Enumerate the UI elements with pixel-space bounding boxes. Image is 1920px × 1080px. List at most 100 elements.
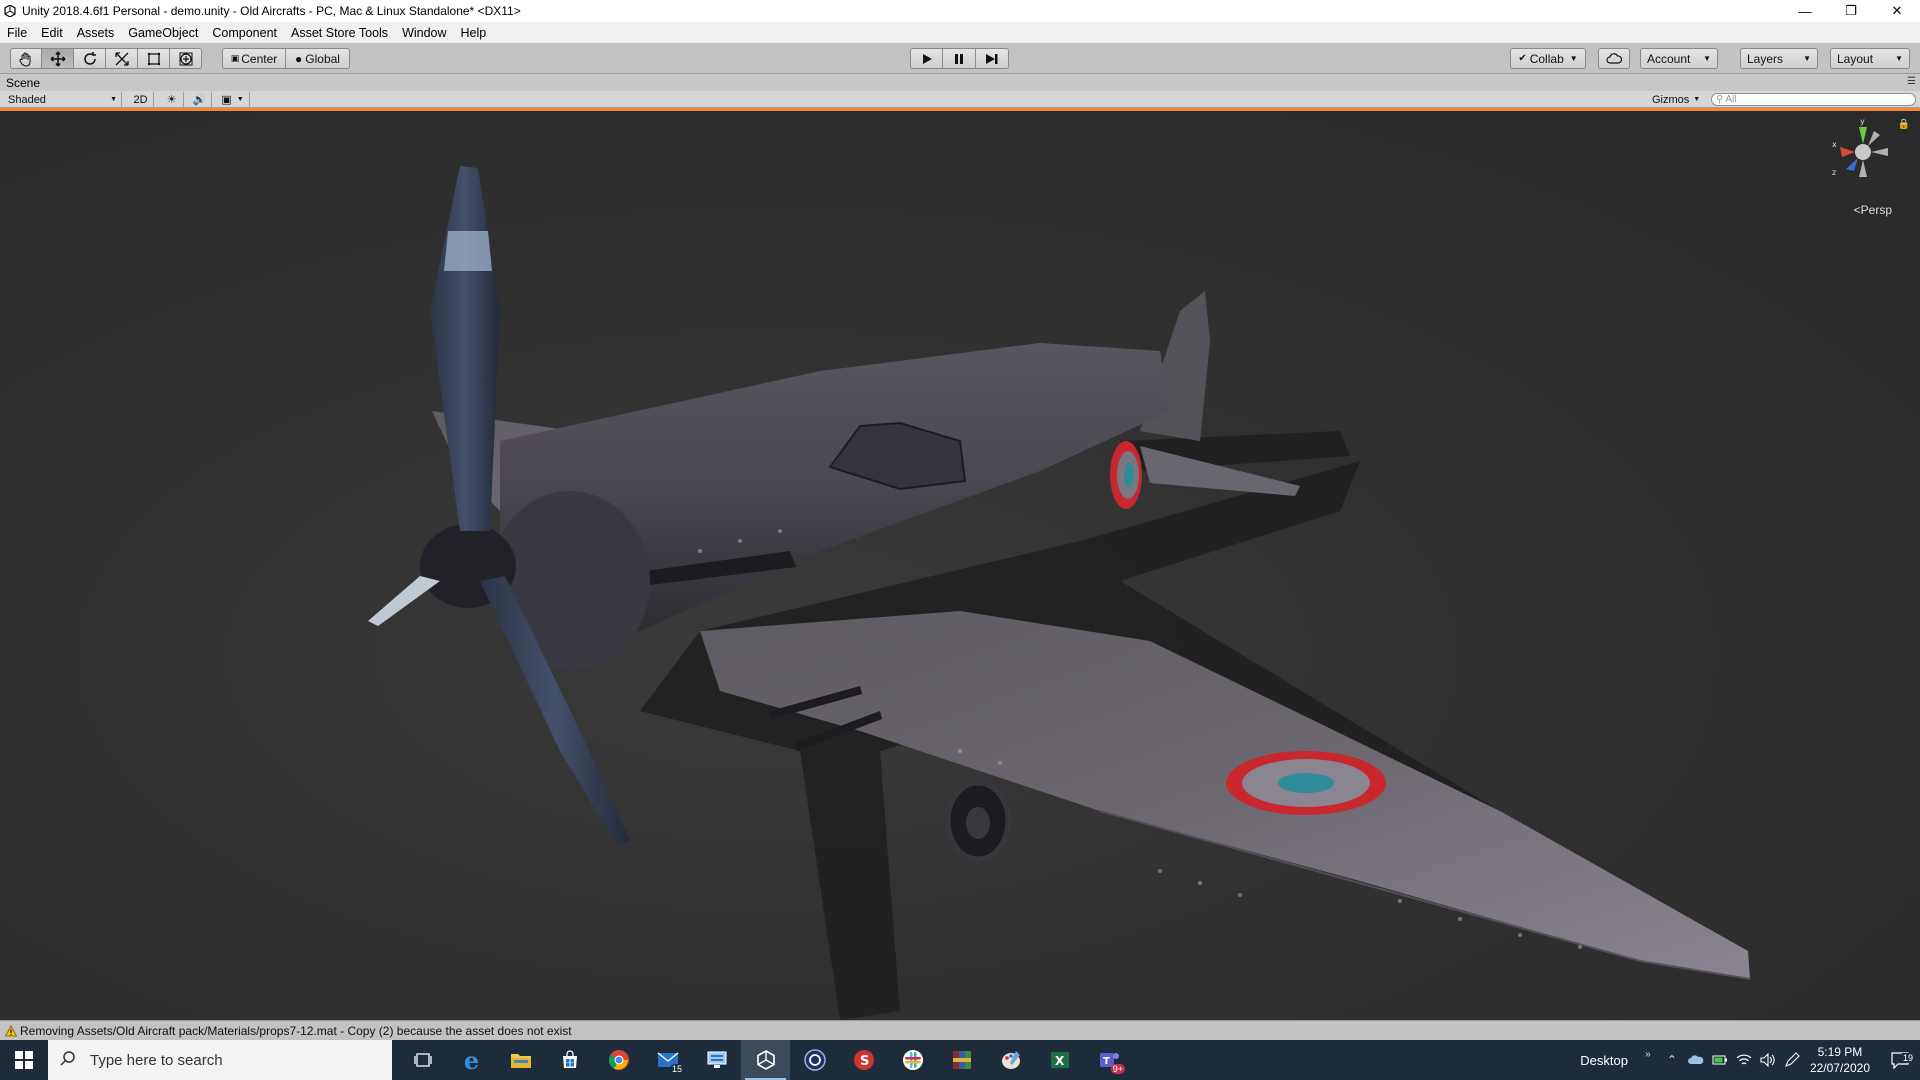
layers-dropdown[interactable]: Layers ▼ bbox=[1740, 48, 1818, 69]
chevron-left-icon: < bbox=[1853, 203, 1861, 217]
system-clock[interactable]: 5:19 PM 22/07/2020 bbox=[1810, 1044, 1870, 1076]
pen-icon[interactable] bbox=[1780, 1052, 1804, 1068]
collab-dropdown[interactable]: ✔ Collab ▼ bbox=[1510, 48, 1586, 69]
axis-y-arrow[interactable] bbox=[1859, 127, 1867, 144]
transform-tool-button[interactable] bbox=[170, 48, 202, 69]
teams-icon[interactable]: T 9+ bbox=[1084, 1040, 1133, 1080]
orientation-gizmo[interactable]: y x z bbox=[1828, 117, 1898, 187]
start-button[interactable] bbox=[0, 1040, 48, 1080]
winrar-icon[interactable] bbox=[937, 1040, 986, 1080]
axis-z-neg-arrow[interactable] bbox=[1868, 131, 1880, 146]
desktop-toolbar-label[interactable]: Desktop bbox=[1580, 1053, 1628, 1068]
gizmos-dropdown[interactable]: Gizmos ▼ bbox=[1652, 92, 1702, 107]
axis-y-neg-arrow[interactable] bbox=[1859, 160, 1867, 177]
battery-icon[interactable] bbox=[1708, 1055, 1732, 1065]
pivot-rotation-button[interactable]: ● Global bbox=[286, 48, 350, 69]
task-view-icon[interactable] bbox=[398, 1040, 447, 1080]
right-wing-roundel-center bbox=[1278, 773, 1334, 793]
svg-text:X: X bbox=[1055, 1054, 1065, 1068]
menu-assets[interactable]: Assets bbox=[70, 26, 122, 40]
edge-icon[interactable]: e bbox=[447, 1040, 496, 1080]
clock-time: 5:19 PM bbox=[1817, 1045, 1863, 1059]
volume-icon[interactable] bbox=[1756, 1053, 1780, 1067]
panel-menu-icon[interactable]: ☰ bbox=[1907, 76, 1916, 87]
menu-gameobject[interactable]: GameObject bbox=[121, 26, 205, 40]
scale-tool-button[interactable] bbox=[106, 48, 138, 69]
mail-badge: 15 bbox=[669, 1064, 684, 1074]
cinema4d-icon[interactable] bbox=[790, 1040, 839, 1080]
layers-group: Layers ▼ bbox=[1740, 48, 1818, 69]
cloud-services-button[interactable] bbox=[1598, 48, 1630, 69]
lighting-toggle[interactable]: ☀ bbox=[160, 92, 184, 107]
excel-icon[interactable]: X bbox=[1035, 1040, 1084, 1080]
axis-x-arrow[interactable] bbox=[1840, 147, 1855, 157]
action-center-button[interactable]: 19 bbox=[1880, 1051, 1920, 1069]
move-tool-button[interactable] bbox=[42, 48, 74, 69]
account-group: Account ▼ bbox=[1640, 48, 1718, 69]
effects-dropdown[interactable]: ▣ ▼ bbox=[216, 92, 250, 107]
windows-logo-icon bbox=[15, 1051, 33, 1069]
onedrive-icon[interactable] bbox=[1684, 1055, 1708, 1065]
fuselage-roundel-center bbox=[1124, 463, 1134, 487]
window-titlebar: Unity 2018.4.6f1 Personal - demo.unity -… bbox=[0, 0, 1920, 22]
menu-bar: File Edit Assets GameObject Component As… bbox=[0, 22, 1920, 43]
restore-button[interactable]: ❐ bbox=[1828, 0, 1874, 22]
projection-toggle[interactable]: <Persp bbox=[1854, 203, 1892, 217]
notification-count: 19 bbox=[1901, 1053, 1914, 1063]
system-tray: Desktop » ⌃ 5:19 PM 22/07/2020 19 bbox=[1580, 1040, 1920, 1080]
audio-toggle[interactable]: 🔊 bbox=[188, 92, 212, 107]
account-dropdown[interactable]: Account ▼ bbox=[1640, 48, 1718, 69]
lock-icon[interactable]: 🔒 bbox=[1898, 119, 1910, 130]
chevron-down-icon: ▼ bbox=[1703, 54, 1711, 63]
layout-dropdown[interactable]: Layout ▼ bbox=[1830, 48, 1910, 69]
center-icon: ▣ bbox=[230, 53, 240, 63]
tab-scene[interactable]: Scene bbox=[6, 76, 40, 90]
chevron-up-icon[interactable]: ⌃ bbox=[1660, 1053, 1684, 1067]
paint-icon[interactable] bbox=[986, 1040, 1035, 1080]
pivot-mode-button[interactable]: ▣ Center bbox=[222, 48, 286, 69]
status-message: Removing Assets/Old Aircraft pack/Materi… bbox=[20, 1023, 572, 1038]
menu-file[interactable]: File bbox=[0, 26, 34, 40]
play-button[interactable] bbox=[910, 48, 943, 69]
mail-icon[interactable]: 15 bbox=[643, 1040, 692, 1080]
status-bar[interactable]: Removing Assets/Old Aircraft pack/Materi… bbox=[0, 1020, 1920, 1040]
svg-text:S: S bbox=[860, 1054, 869, 1069]
transform-icon bbox=[179, 52, 192, 65]
step-button[interactable] bbox=[976, 48, 1009, 69]
axis-z-label: z bbox=[1832, 168, 1836, 177]
menu-component[interactable]: Component bbox=[205, 26, 284, 40]
rect-tool-button[interactable] bbox=[138, 48, 170, 69]
hand-icon bbox=[19, 52, 31, 67]
unity-icon[interactable] bbox=[741, 1040, 790, 1080]
minimize-button[interactable]: — bbox=[1782, 0, 1828, 22]
file-explorer-icon[interactable] bbox=[496, 1040, 545, 1080]
hand-tool-button[interactable] bbox=[10, 48, 42, 69]
scene-tab-bar: Scene ☰ bbox=[0, 74, 1920, 91]
axis-z-arrow[interactable] bbox=[1846, 158, 1858, 171]
chevron-down-icon: ▼ bbox=[1569, 54, 1578, 63]
store-icon[interactable] bbox=[545, 1040, 594, 1080]
rotate-tool-button[interactable] bbox=[74, 48, 106, 69]
scene-toolbar: Shaded ▼ 2D ☀ 🔊 ▣ ▼ Gizmos ▼ ⚲ All bbox=[0, 91, 1920, 108]
wifi-icon[interactable] bbox=[1732, 1053, 1756, 1067]
toggle-2d-button[interactable]: 2D bbox=[128, 92, 154, 107]
taskbar-search-input[interactable]: Type here to search bbox=[48, 1040, 392, 1080]
slack-icon[interactable] bbox=[888, 1040, 937, 1080]
draw-mode-dropdown[interactable]: Shaded ▼ bbox=[4, 92, 122, 107]
menu-window[interactable]: Window bbox=[395, 26, 453, 40]
close-button[interactable]: ✕ bbox=[1874, 0, 1920, 22]
axis-x-neg-arrow[interactable] bbox=[1871, 148, 1888, 156]
windows-taskbar: Type here to search e 15 S X T 9+ Deskto… bbox=[0, 1040, 1920, 1080]
remote-desktop-icon[interactable] bbox=[692, 1040, 741, 1080]
menu-edit[interactable]: Edit bbox=[34, 26, 70, 40]
menu-help[interactable]: Help bbox=[454, 26, 494, 40]
chrome-icon[interactable] bbox=[594, 1040, 643, 1080]
scene-viewport[interactable]: y x z 🔒 <Persp bbox=[0, 111, 1920, 1020]
speaker-icon: 🔊 bbox=[192, 94, 207, 106]
teams-badge: 9+ bbox=[1110, 1064, 1125, 1074]
double-chevron-icon[interactable]: » bbox=[1636, 1049, 1660, 1060]
substance-icon[interactable]: S bbox=[839, 1040, 888, 1080]
scene-search-input[interactable]: ⚲ All bbox=[1711, 93, 1916, 106]
menu-asset-store-tools[interactable]: Asset Store Tools bbox=[284, 26, 395, 40]
pause-button[interactable] bbox=[943, 48, 976, 69]
